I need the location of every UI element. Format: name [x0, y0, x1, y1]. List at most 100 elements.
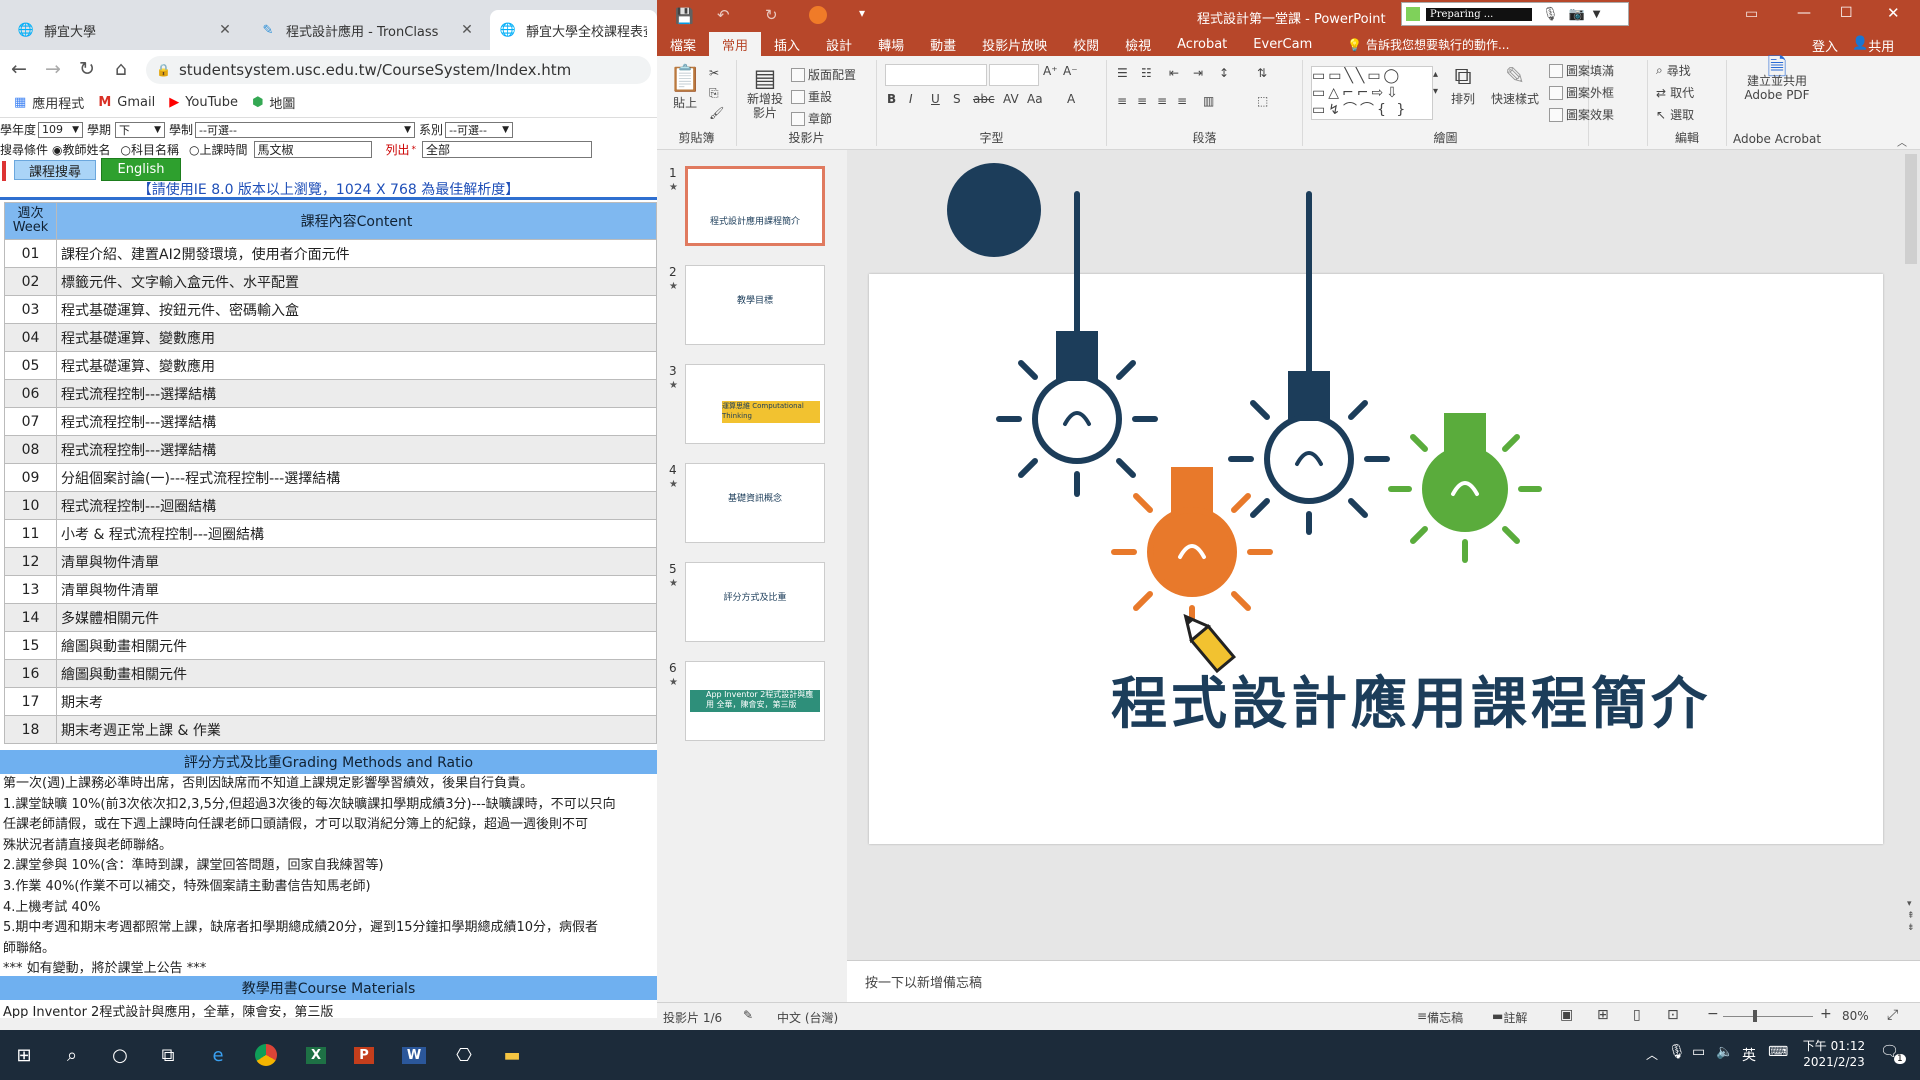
- bookmark-maps[interactable]: ⬢ 地圖: [252, 93, 295, 112]
- find-button[interactable]: ⌕ 尋找: [1656, 62, 1691, 79]
- slideshow-icon[interactable]: [809, 6, 827, 24]
- browser-tab-active[interactable]: 🌐 靜宜大學全校課程表查詢: [490, 10, 657, 50]
- english-button[interactable]: English: [101, 158, 181, 181]
- select-button[interactable]: ↖ 選取: [1656, 106, 1694, 123]
- columns-icon[interactable]: ▥: [1203, 94, 1214, 108]
- zoom-slider[interactable]: [1723, 1016, 1813, 1017]
- fit-to-window-icon[interactable]: ⤢: [1887, 1007, 1898, 1023]
- slide-thumbnail[interactable]: 評分方式及比重: [685, 562, 825, 642]
- char-spacing-icon[interactable]: AV: [1003, 92, 1019, 106]
- ime-indicator[interactable]: 英: [1742, 1045, 1756, 1065]
- line-spacing-icon[interactable]: ↕: [1219, 66, 1229, 80]
- spellcheck-icon[interactable]: ✎: [743, 1008, 753, 1022]
- camera-icon[interactable]: 📷: [1569, 7, 1585, 22]
- teacher-input[interactable]: 馬文椒: [253, 141, 372, 158]
- change-case-icon[interactable]: Aa: [1027, 92, 1043, 106]
- strikethrough-icon[interactable]: abc: [973, 92, 995, 106]
- file-explorer-icon[interactable]: ▬: [488, 1030, 536, 1080]
- mic-icon[interactable]: 🎙: [1668, 1044, 1686, 1060]
- bold-icon[interactable]: B: [887, 92, 896, 106]
- text-direction-icon[interactable]: ⇅: [1257, 66, 1267, 80]
- gallery-scroll[interactable]: ▴ ▾: [1433, 66, 1438, 100]
- slide-thumbnail[interactable]: 運算思維 Computational Thinking: [685, 364, 825, 444]
- arrange-button[interactable]: ⧉ 排列: [1451, 62, 1475, 107]
- ribbon-tab[interactable]: 常用: [709, 32, 762, 56]
- customize-toolbar-icon[interactable]: ▾: [859, 6, 865, 20]
- font-name-box[interactable]: [885, 64, 987, 86]
- radio-teacher-icon[interactable]: ◉: [52, 143, 62, 157]
- close-icon[interactable]: ✕: [1887, 4, 1900, 22]
- ribbon-tab[interactable]: 檢視: [1112, 32, 1164, 56]
- task-view-icon[interactable]: ⧉: [144, 1030, 192, 1080]
- collapse-ribbon-icon[interactable]: ︿: [1897, 134, 1907, 149]
- slide-thumbnail[interactable]: 程式設計應用課程簡介: [685, 166, 825, 246]
- windows-start-icon[interactable]: ⊞: [0, 1030, 48, 1080]
- course-search-button[interactable]: 課程搜尋: [14, 160, 96, 180]
- network-icon[interactable]: ▭: [1692, 1044, 1705, 1060]
- shape-outline-button[interactable]: 圖案外框: [1549, 84, 1614, 101]
- system-select[interactable]: --可選-- ▼: [195, 121, 416, 138]
- language-indicator[interactable]: 中文 (台灣): [777, 1009, 838, 1026]
- year-select[interactable]: 109 ▼: [38, 121, 84, 138]
- browser-tab[interactable]: ✎ 程式設計應用 - TronClass ✕: [250, 10, 485, 50]
- slide-thumbnail[interactable]: 教學目標: [685, 265, 825, 345]
- justify-icon[interactable]: ≡: [1177, 94, 1187, 108]
- edge-icon[interactable]: e: [194, 1030, 242, 1080]
- ribbon-tab[interactable]: 動畫: [917, 32, 969, 56]
- shrink-font-icon[interactable]: A⁻: [1063, 64, 1078, 78]
- slide-title[interactable]: 程式設計應用課程簡介: [869, 659, 1883, 740]
- tray-expand-icon[interactable]: ︿: [1646, 1046, 1658, 1063]
- quick-styles-button[interactable]: ✎ 快速樣式: [1491, 62, 1539, 107]
- increase-indent-icon[interactable]: ⇥: [1193, 66, 1203, 80]
- slide-thumbnail[interactable]: 基礎資訊概念: [685, 463, 825, 543]
- slide-thumbnail[interactable]: App Inventor 2程式設計與應用 全華，陳會安，第三版: [685, 661, 825, 741]
- sign-in-link[interactable]: 登入: [1812, 36, 1838, 55]
- close-icon[interactable]: ✕: [459, 22, 475, 38]
- replace-button[interactable]: ⇄ 取代: [1656, 84, 1694, 101]
- ribbon-tab[interactable]: 投影片放映: [969, 32, 1060, 56]
- term-select[interactable]: 下 ▼: [115, 121, 166, 138]
- zoom-slider-thumb[interactable]: [1753, 1010, 1757, 1022]
- align-center-icon[interactable]: ≡: [1137, 94, 1147, 108]
- ribbon-tab[interactable]: 設計: [813, 32, 865, 56]
- reading-view-icon[interactable]: ▯: [1633, 1007, 1641, 1023]
- reset-button[interactable]: 重設: [791, 88, 832, 105]
- section-button[interactable]: 章節: [791, 110, 832, 127]
- close-icon[interactable]: ✕: [217, 22, 233, 38]
- align-right-icon[interactable]: ≡: [1157, 94, 1167, 108]
- zoom-level[interactable]: 80%: [1842, 1009, 1869, 1023]
- format-painter-icon[interactable]: 🖌: [709, 106, 724, 120]
- keyboard-icon[interactable]: ⌨: [1768, 1044, 1788, 1060]
- save-icon[interactable]: 💾: [675, 7, 694, 25]
- ribbon-tab[interactable]: Acrobat: [1164, 32, 1240, 56]
- excel-icon[interactable]: X: [292, 1030, 340, 1080]
- list-input[interactable]: 全部: [422, 141, 593, 158]
- share-button[interactable]: 👤 共用: [1852, 36, 1894, 55]
- radio-subject-icon[interactable]: ○: [121, 143, 131, 157]
- volume-icon[interactable]: 🔈: [1716, 1044, 1733, 1060]
- browser-tab[interactable]: 🌐 靜宜大學 ✕: [8, 10, 243, 50]
- minimize-icon[interactable]: —: [1797, 5, 1811, 21]
- scroll-arrows[interactable]: ▾ ⇞ ⇟: [1907, 898, 1915, 934]
- recording-widget[interactable]: Preparing ... 🎙 📷 ▼: [1401, 2, 1629, 26]
- bookmark-apps[interactable]: ▦ 應用程式: [14, 93, 84, 112]
- chevron-down-icon[interactable]: ▼: [1593, 9, 1601, 20]
- redo-icon[interactable]: ↻: [765, 6, 778, 24]
- vertical-scrollbar-thumb[interactable]: [1905, 154, 1917, 264]
- undo-icon[interactable]: ↶: [717, 6, 730, 24]
- create-pdf-button[interactable]: 🗎 建立並共用 Adobe PDF: [1735, 55, 1819, 102]
- underline-icon[interactable]: U: [931, 92, 940, 106]
- chrome-icon[interactable]: [242, 1030, 290, 1080]
- ribbon-tab[interactable]: 插入: [761, 32, 813, 56]
- slide-1[interactable]: 程式設計應用課程簡介: [869, 163, 1883, 844]
- reload-icon[interactable]: ↻: [72, 54, 102, 84]
- font-color-icon[interactable]: A: [1067, 92, 1075, 106]
- ribbon-display-icon[interactable]: ▭: [1745, 6, 1758, 22]
- ribbon-tab[interactable]: 轉場: [865, 32, 917, 56]
- shape-effects-button[interactable]: 圖案效果: [1549, 106, 1614, 123]
- new-slide-button[interactable]: ▤ 新增投影片: [743, 64, 787, 120]
- ribbon-tab[interactable]: EverCam: [1240, 32, 1325, 56]
- decrease-indent-icon[interactable]: ⇤: [1169, 66, 1179, 80]
- bookmark-youtube[interactable]: ▶ YouTube: [169, 95, 238, 110]
- mic-icon[interactable]: 🎙: [1542, 7, 1559, 22]
